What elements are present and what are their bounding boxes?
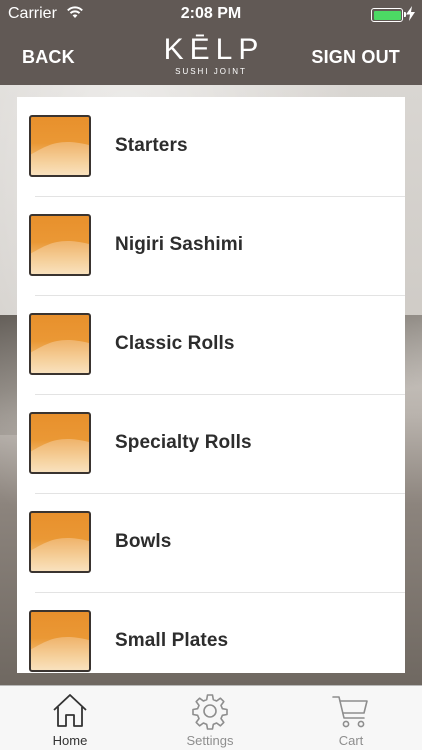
menu-item-starters[interactable]: Starters [17, 97, 405, 196]
category-thumbnail [29, 610, 91, 672]
tab-home[interactable]: Home [0, 686, 140, 750]
tab-bar: Home Settings Cart [0, 685, 422, 750]
cart-icon [332, 696, 368, 728]
category-thumbnail [29, 214, 91, 276]
navigation-bar: BACK KĒLP SUSHI JOINT SIGN OUT [0, 30, 422, 85]
status-time: 2:08 PM [180, 5, 242, 22]
menu-item-bowls[interactable]: Bowls [17, 493, 405, 592]
menu-category-list: Starters Nigiri Sashimi Classic Rolls Sp… [17, 97, 405, 673]
menu-item-label: Bowls [115, 531, 172, 552]
menu-item-specialty-rolls[interactable]: Specialty Rolls [17, 394, 405, 493]
menu-item-label: Nigiri Sashimi [115, 234, 244, 255]
tab-label: Cart [338, 733, 364, 748]
tab-label: Settings [186, 733, 234, 748]
menu-item-label: Small Plates [115, 630, 229, 651]
menu-item-small-plates[interactable]: Small Plates [17, 592, 405, 673]
menu-item-classic-rolls[interactable]: Classic Rolls [17, 295, 405, 394]
charging-bolt-icon [406, 6, 415, 21]
category-thumbnail [29, 313, 91, 375]
tab-settings[interactable]: Settings [140, 686, 280, 750]
menu-item-nigiri-sashimi[interactable]: Nigiri Sashimi [17, 196, 405, 295]
sign-out-button[interactable]: SIGN OUT [311, 47, 400, 68]
category-thumbnail [29, 115, 91, 177]
menu-item-label: Specialty Rolls [115, 432, 252, 453]
menu-item-label: Starters [115, 135, 188, 156]
gear-icon [192, 694, 228, 730]
tab-label: Home [52, 733, 88, 748]
logo-subtitle: SUSHI JOINT [175, 67, 247, 76]
battery-icon [371, 8, 406, 22]
category-thumbnail [29, 412, 91, 474]
menu-item-label: Classic Rolls [115, 333, 235, 354]
status-bar: Carrier 2:08 PM [0, 0, 422, 30]
home-icon [53, 694, 87, 727]
tab-cart[interactable]: Cart [281, 686, 421, 750]
category-thumbnail [29, 511, 91, 573]
